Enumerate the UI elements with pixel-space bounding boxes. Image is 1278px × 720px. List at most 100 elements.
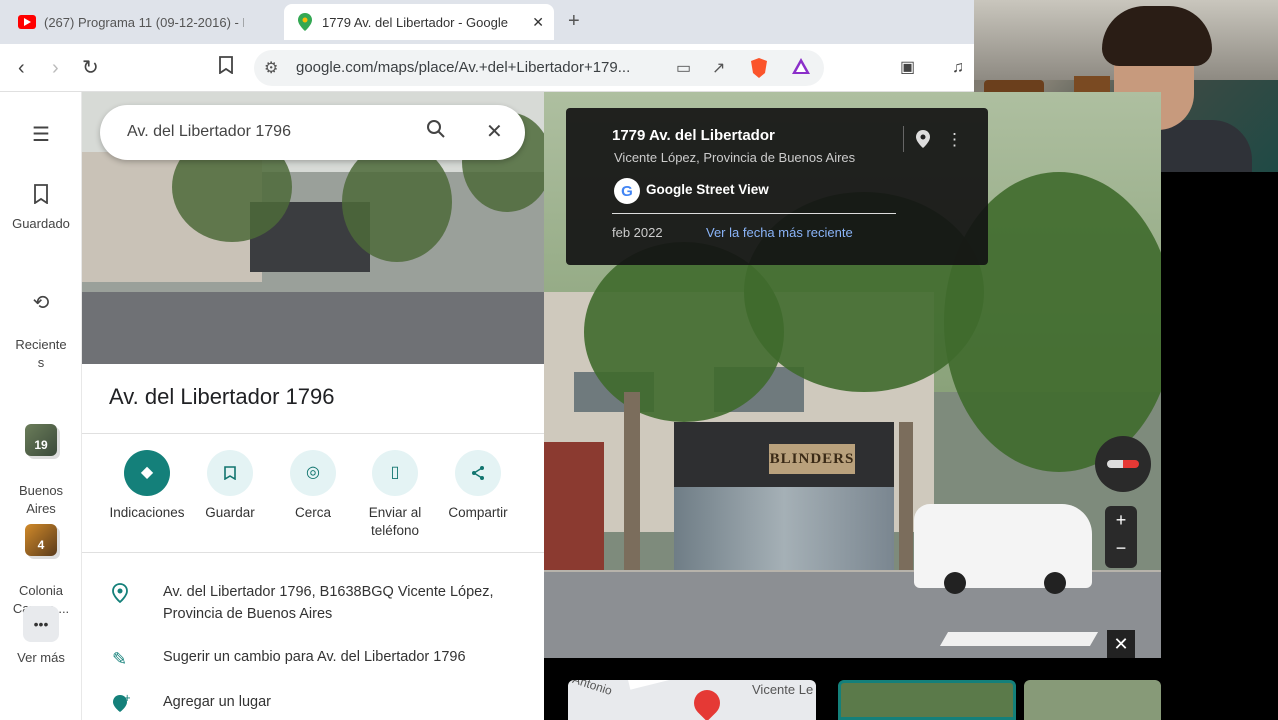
screen: (267) Programa 11 (09-12-2016) - Pe 1779… [0, 0, 1278, 720]
history-icon: ⟲ [32, 292, 50, 314]
search-input[interactable]: Av. del Libertador 1796 [127, 123, 291, 141]
bookmark-icon [0, 184, 82, 210]
more-icon: ••• [23, 606, 59, 642]
svg-text:+: + [123, 693, 130, 704]
forward-icon[interactable]: › [52, 56, 59, 80]
youtube-icon [18, 15, 36, 29]
sv-tree-trunk [899, 422, 913, 582]
more-label: Ver más [17, 650, 65, 665]
sv-title: 1779 Av. del Libertador [612, 127, 775, 144]
suggest-edit-text: Sugerir un cambio para Av. del Libertado… [163, 649, 466, 665]
rail-place-buenos-aires[interactable]: 19 Buenos Aires [0, 406, 82, 518]
tab-title: (267) Programa 11 (09-12-2016) - Pe [44, 14, 244, 30]
tab-strip: (267) Programa 11 (09-12-2016) - Pe 1779… [0, 0, 974, 44]
clear-search-icon[interactable]: ✕ [486, 119, 503, 144]
tab-title: 1779 Av. del Libertador - Google [322, 14, 508, 30]
bottom-thumbnails: Antonio Vicente Le [544, 658, 1161, 720]
place-panel: Av. del Libertador 1796 ◆ Indicaciones G… [82, 364, 544, 720]
nearby-button[interactable]: ◎ Cerca [271, 450, 355, 522]
zoom-in-button[interactable]: + [1105, 510, 1137, 531]
url-text: google.com/maps/place/Av.+del+Libertador… [296, 59, 631, 76]
photo-tree [342, 142, 452, 262]
sv-tree-trunk [624, 392, 640, 592]
photo-thumbnail-selected[interactable] [838, 680, 1016, 720]
recent-label: Reciente s [15, 337, 67, 370]
see-latest-date-link[interactable]: Ver la fecha más reciente [706, 225, 853, 240]
google-logo-icon: G [614, 178, 640, 204]
send-to-phone-button[interactable]: ▯ Enviar al teléfono [353, 450, 437, 540]
saved-label: Guardado [12, 216, 70, 231]
photo-road [82, 292, 544, 364]
action-label: Enviar al teléfono [368, 505, 422, 538]
new-tab-button[interactable]: + [568, 10, 580, 33]
map-pin-icon [688, 684, 726, 720]
map-label: Vicente Le [752, 682, 814, 697]
action-label: Guardar [205, 505, 255, 520]
sv-store-sign: BLINDERS [769, 444, 855, 474]
action-label: Compartir [448, 505, 508, 520]
reader-icon[interactable]: ▣ [900, 56, 915, 80]
address-text: Av. del Libertador 1796, B1638BGQ Vicent… [163, 584, 494, 622]
rewards-icon[interactable] [792, 58, 810, 79]
address-bar[interactable]: ⚙ google.com/maps/place/Av.+del+Libertad… [254, 50, 824, 86]
nearby-icon: ◎ [290, 450, 336, 496]
more-options-icon[interactable]: ⋮ [946, 130, 963, 150]
map-thumbnail[interactable]: Antonio Vicente Le [568, 680, 816, 720]
brave-shield-icon[interactable] [750, 58, 768, 83]
reload-icon[interactable]: ↻ [82, 56, 99, 80]
sv-road-arrow [939, 632, 1099, 646]
maps-left-rail: ☰ Guardado ⟲ Reciente s 19 Buenos Aires … [0, 92, 82, 720]
share-icon [455, 450, 501, 496]
compass-needle-icon [1107, 460, 1139, 468]
close-street-view-button[interactable]: ✕ [1107, 630, 1135, 658]
more-button[interactable]: ••• Ver más [0, 606, 82, 665]
location-pin-icon [112, 583, 128, 608]
action-label: Indicaciones [109, 505, 185, 520]
person-hair [1102, 6, 1212, 66]
rail-place-colonia-caroya[interactable]: 4 Colonia Caroya ... [0, 506, 82, 618]
place-thumbnail: 4 [25, 524, 57, 556]
hamburger-icon: ☰ [32, 124, 50, 146]
share-page-icon[interactable]: ↗ [712, 58, 725, 78]
close-tab-icon[interactable]: ✕ [532, 14, 544, 31]
sv-date: feb 2022 [612, 225, 663, 240]
street-view-info-card: 1779 Av. del Libertador Vicente López, P… [566, 108, 988, 265]
site-settings-icon[interactable]: ⚙ [264, 58, 278, 78]
cast-icon[interactable]: ▭ [676, 58, 691, 78]
media-icon[interactable]: ♫ [952, 56, 964, 80]
maps-pin-icon [296, 13, 314, 31]
sv-red-wall [544, 442, 604, 572]
bookmark-page-icon[interactable] [218, 56, 234, 80]
save-button[interactable]: Guardar [188, 450, 272, 522]
map-label: Antonio [570, 680, 614, 698]
search-box[interactable]: Av. del Libertador 1796 ✕ [100, 105, 525, 160]
sv-subtitle: Vicente López, Provincia de Buenos Aires [614, 150, 856, 165]
directions-button[interactable]: ◆ Indicaciones [105, 450, 189, 522]
sv-wheel [944, 572, 966, 594]
photo-thumbnail[interactable] [1024, 680, 1161, 720]
browser-toolbar: ‹ › ↻ ⚙ google.com/maps/place/Av.+del+Li… [0, 44, 974, 92]
menu-button[interactable]: ☰ [0, 122, 82, 153]
back-icon[interactable]: ‹ [18, 56, 25, 80]
place-count: 4 [37, 538, 45, 552]
directions-icon: ◆ [124, 450, 170, 496]
divider [82, 433, 544, 434]
location-pin-icon[interactable] [916, 130, 930, 153]
sv-provider: Google Street View [646, 182, 769, 197]
divider [903, 126, 904, 152]
saved-button[interactable]: Guardado [0, 184, 82, 231]
tab-youtube[interactable]: (267) Programa 11 (09-12-2016) - Pe [8, 4, 278, 40]
zoom-out-button[interactable]: − [1105, 538, 1137, 559]
search-icon[interactable] [426, 119, 446, 145]
add-place-text: Agregar un lugar [163, 694, 272, 710]
share-button[interactable]: Compartir [436, 450, 520, 522]
pencil-icon: ✎ [112, 649, 128, 669]
place-count: 19 [34, 438, 48, 452]
place-title: Av. del Libertador 1796 [109, 384, 335, 409]
sv-van [914, 504, 1092, 594]
add-location-icon: + [112, 693, 131, 718]
place-thumbnail: 19 [25, 424, 57, 456]
tab-maps[interactable]: 1779 Av. del Libertador - Google ✕ [284, 4, 554, 40]
compass-button[interactable] [1095, 436, 1151, 492]
recent-button[interactable]: ⟲ Reciente s [0, 276, 82, 372]
